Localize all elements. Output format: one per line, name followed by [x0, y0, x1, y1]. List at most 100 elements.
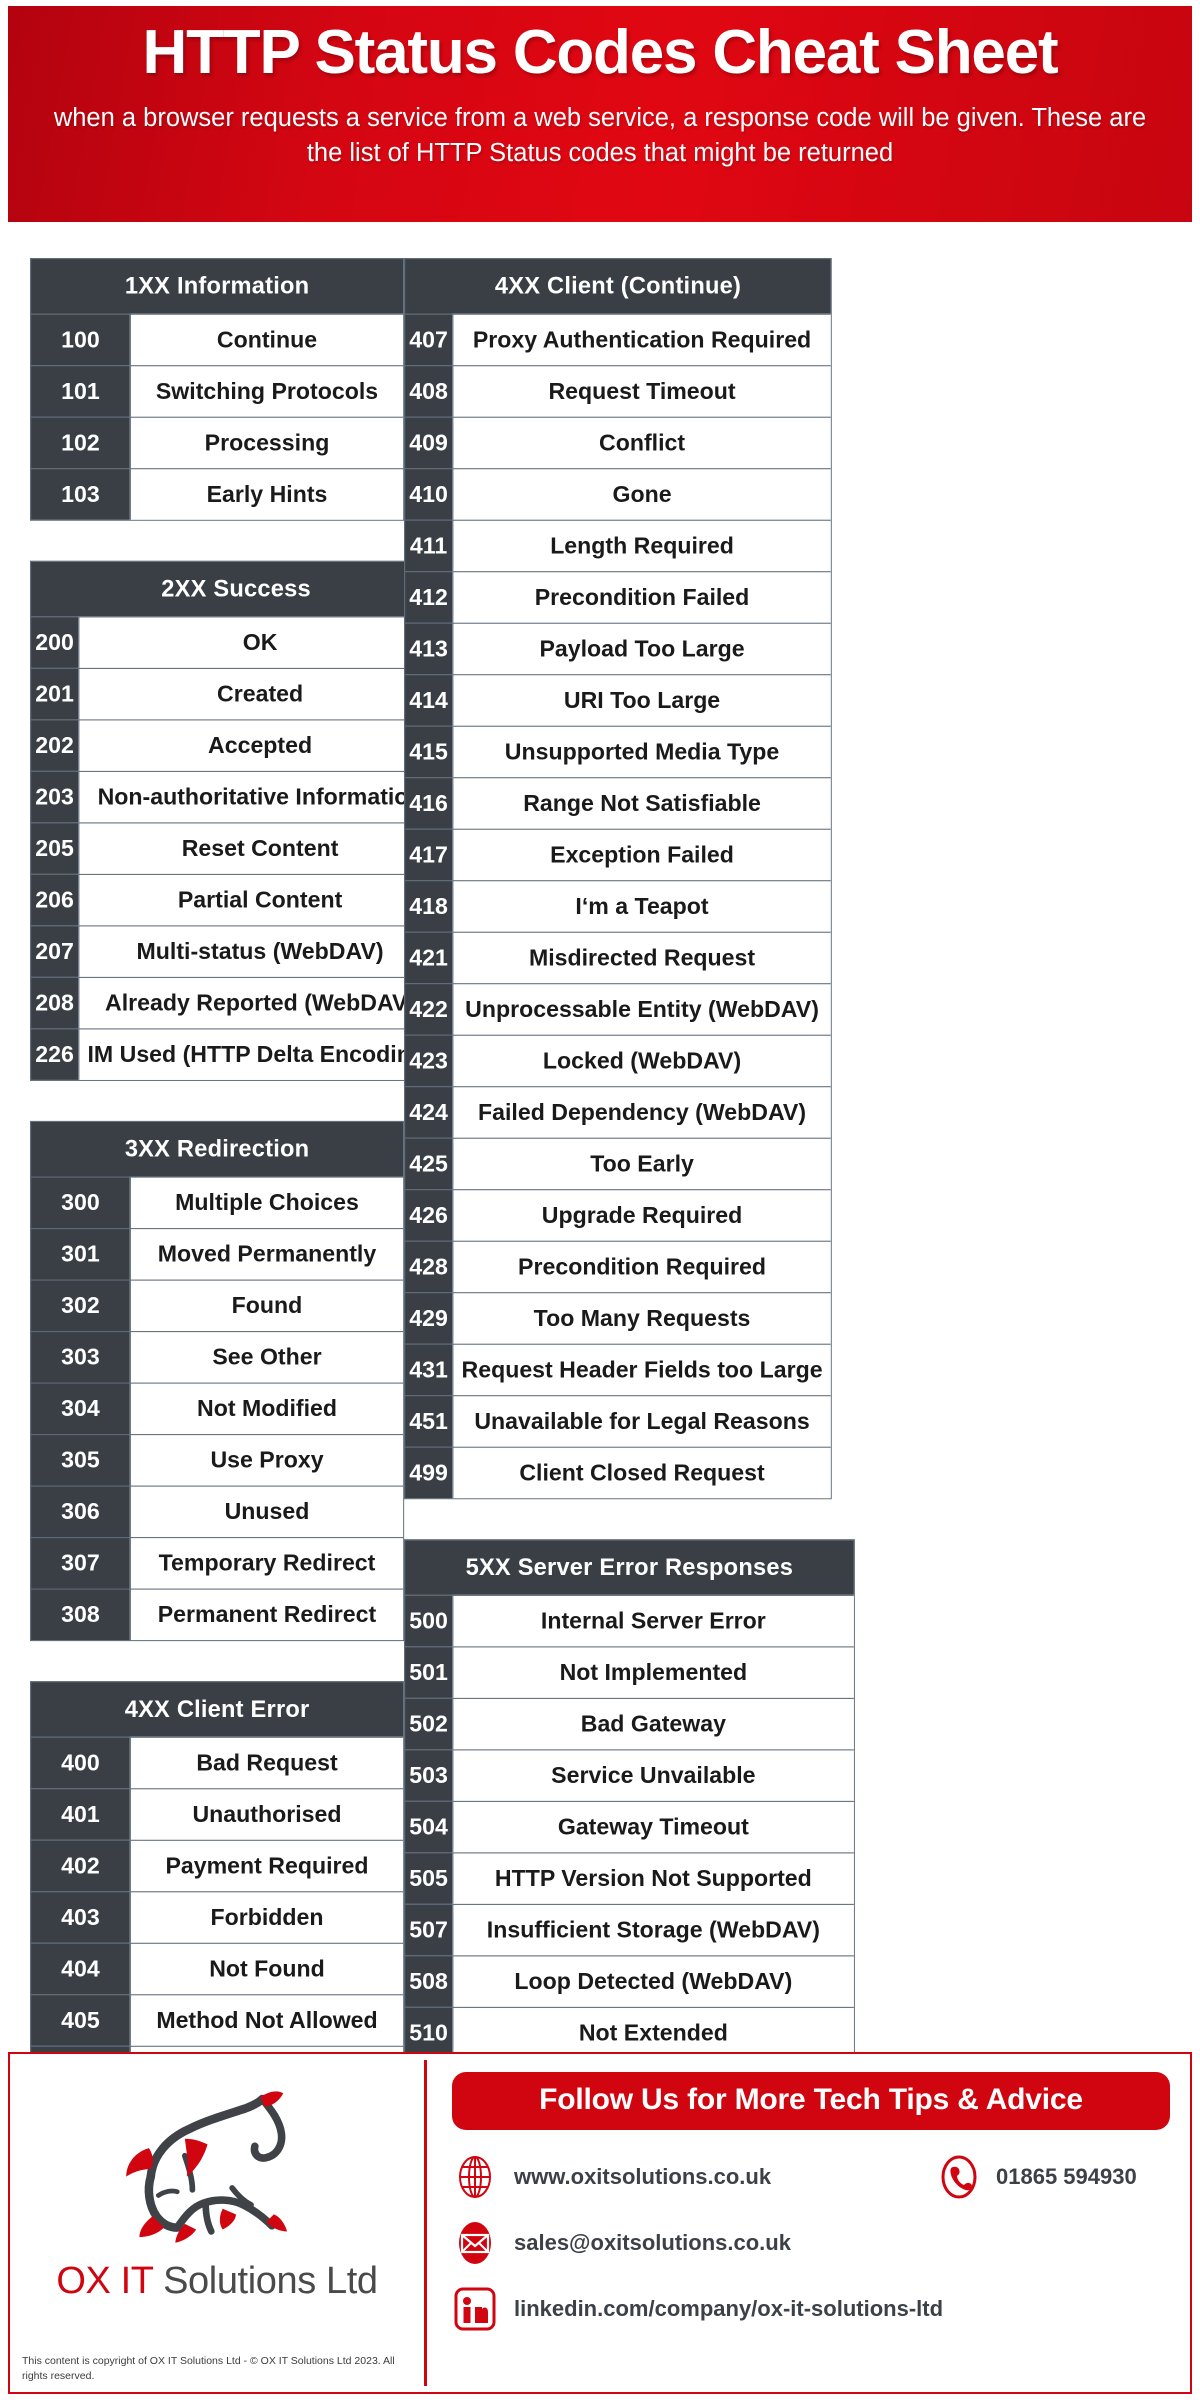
status-description-cell: Multiple Choices — [129, 1176, 404, 1229]
table-row: 409 Conflict — [405, 416, 831, 469]
company-name-accent: OX IT — [56, 2260, 153, 2302]
status-description-cell: HTTP Version Not Supported — [452, 1852, 854, 1904]
table-row: 407 Proxy Authentication Required — [405, 313, 831, 366]
status-code-cell: 300 — [31, 1176, 130, 1229]
status-description-cell: Not Extended — [452, 2006, 854, 2059]
status-code-cell: 207 — [31, 925, 79, 977]
status-code-cell: 418 — [405, 880, 453, 932]
status-code-cell: 405 — [31, 1994, 130, 2046]
table-row: 508 Loop Detected (WebDAV) — [405, 1955, 854, 2007]
status-description-cell: Too Many Requests — [452, 1292, 831, 1344]
contact-row-email[interactable]: sales@oxitsolutions.co.uk — [452, 2220, 1170, 2266]
table-row: 510 Not Extended — [405, 2006, 854, 2059]
table-row: 415 Unsupported Media Type — [405, 725, 831, 778]
status-code-cell: 500 — [405, 1594, 453, 1647]
status-code-cell: 305 — [31, 1434, 130, 1486]
status-code-cell: 103 — [31, 468, 130, 520]
table-row: 301 Moved Permanently — [31, 1228, 404, 1280]
table-row: 426 Upgrade Required — [405, 1189, 831, 1241]
status-code-cell: 308 — [31, 1588, 130, 1641]
table-row: 208 Already Reported (WebDAV) — [31, 976, 442, 1029]
linkedin-value: linkedin.com/company/ox-it-solutions-ltd — [514, 2296, 944, 2321]
table-row: 408 Request Timeout — [405, 365, 831, 417]
status-description-cell: I‘m a Teapot — [452, 880, 831, 932]
status-code-cell: 306 — [31, 1485, 130, 1538]
table-row: 200 OK — [31, 616, 442, 668]
contact-row-phone[interactable]: 01865 594930 — [936, 2154, 1137, 2200]
status-description-cell: Misdirected Request — [452, 931, 831, 984]
status-description-cell: Exception Failed — [452, 828, 831, 881]
footer-divider — [424, 2060, 427, 2386]
table-row: 451 Unavailable for Legal Reasons — [405, 1395, 831, 1447]
table-row: 504 Gateway Timeout — [405, 1800, 854, 1853]
status-code-cell: 202 — [31, 719, 79, 771]
email-icon — [452, 2220, 498, 2266]
status-code-cell: 301 — [31, 1228, 130, 1280]
table-row: 405 Method Not Allowed — [31, 1994, 404, 2046]
status-code-cell: 401 — [31, 1788, 130, 1840]
table-row: 205 Reset Content — [31, 822, 442, 874]
table-row: 502 Bad Gateway — [405, 1697, 854, 1750]
table-row: 417 Exception Failed — [405, 828, 831, 881]
contact-row-linkedin[interactable]: linkedin.com/company/ox-it-solutions-ltd — [452, 2286, 1170, 2332]
status-description-cell: IM Used (HTTP Delta Encoding) — [78, 1028, 442, 1080]
table-row: 206 Partial Content — [31, 873, 442, 926]
status-description-cell: Permanent Redirect — [129, 1588, 404, 1641]
status-code-cell: 206 — [31, 873, 79, 926]
table-row: 425 Too Early — [405, 1137, 831, 1190]
status-description-cell: Unprocessable Entity (WebDAV) — [452, 983, 831, 1035]
email-value: sales@oxitsolutions.co.uk — [514, 2230, 791, 2255]
status-code-cell: 413 — [405, 622, 453, 675]
table-row: 421 Misdirected Request — [405, 931, 831, 984]
status-description-cell: Early Hints — [129, 468, 404, 520]
table-row: 402 Payment Required — [31, 1839, 404, 1892]
table-row: 499 Client Closed Request — [405, 1446, 831, 1499]
contact-list: www.oxitsolutions.co.uk sales@oxitsoluti… — [452, 2154, 1170, 2332]
status-code-cell: 503 — [405, 1749, 453, 1801]
table-header: 5XX Server Error Responses — [405, 1540, 854, 1595]
status-description-cell: Locked (WebDAV) — [452, 1034, 831, 1087]
table-row: 207 Multi-status (WebDAV) — [31, 925, 442, 977]
table-row: 404 Not Found — [31, 1942, 404, 1995]
status-description-cell: Method Not Allowed — [129, 1994, 404, 2046]
status-code-cell: 400 — [31, 1736, 130, 1789]
status-code-cell: 502 — [405, 1697, 453, 1750]
status-code-cell: 504 — [405, 1800, 453, 1853]
status-code-cell: 499 — [405, 1446, 453, 1499]
status-description-cell: Range Not Satisfiable — [452, 777, 831, 829]
status-description-cell: OK — [78, 616, 442, 668]
follow-banner: Follow Us for More Tech Tips & Advice — [452, 2072, 1170, 2130]
status-code-cell: 412 — [405, 571, 453, 623]
status-description-cell: Gone — [452, 468, 831, 520]
table-row: 431 Request Header Fields too Large — [405, 1343, 831, 1396]
status-description-cell: Partial Content — [78, 873, 442, 926]
phone-icon — [936, 2154, 982, 2200]
status-table: 1XX Information 100 Continue 101 Switching P… — [30, 258, 405, 521]
table-row: 308 Permanent Redirect — [31, 1588, 404, 1641]
left-column: 1XX Information 100 Continue 101 Switching P… — [30, 258, 443, 2138]
status-code-cell: 428 — [405, 1240, 453, 1293]
status-description-cell: Precondition Failed — [452, 571, 831, 623]
table-row: 306 Unused — [31, 1485, 404, 1538]
status-code-cell: 510 — [405, 2006, 453, 2059]
status-code-cell: 203 — [31, 770, 79, 823]
status-code-cell: 414 — [405, 674, 453, 726]
page-footer: OX IT Solutions Ltd This content is copy… — [8, 2052, 1192, 2394]
bull-logo-icon — [94, 2074, 340, 2264]
status-table: 2XX Success 200 OK 201 Created 202 Accepted 203… — [30, 560, 443, 1081]
status-description-cell: See Other — [129, 1331, 404, 1383]
website-value: www.oxitsolutions.co.uk — [514, 2164, 772, 2189]
table-header: 3XX Redirection — [31, 1121, 404, 1177]
linkedin-icon — [452, 2286, 498, 2332]
status-description-cell: Temporary Redirect — [129, 1537, 404, 1589]
status-code-cell: 304 — [31, 1382, 130, 1435]
status-description-cell: Use Proxy — [129, 1434, 404, 1486]
status-code-cell: 407 — [405, 313, 453, 366]
status-code-cell: 505 — [405, 1852, 453, 1904]
status-description-cell: Not Found — [129, 1942, 404, 1995]
status-description-cell: Processing — [129, 416, 404, 469]
status-code-cell: 205 — [31, 822, 79, 874]
table-row: 428 Precondition Required — [405, 1240, 831, 1293]
status-description-cell: Accepted — [78, 719, 442, 771]
status-code-cell: 507 — [405, 1903, 453, 1956]
